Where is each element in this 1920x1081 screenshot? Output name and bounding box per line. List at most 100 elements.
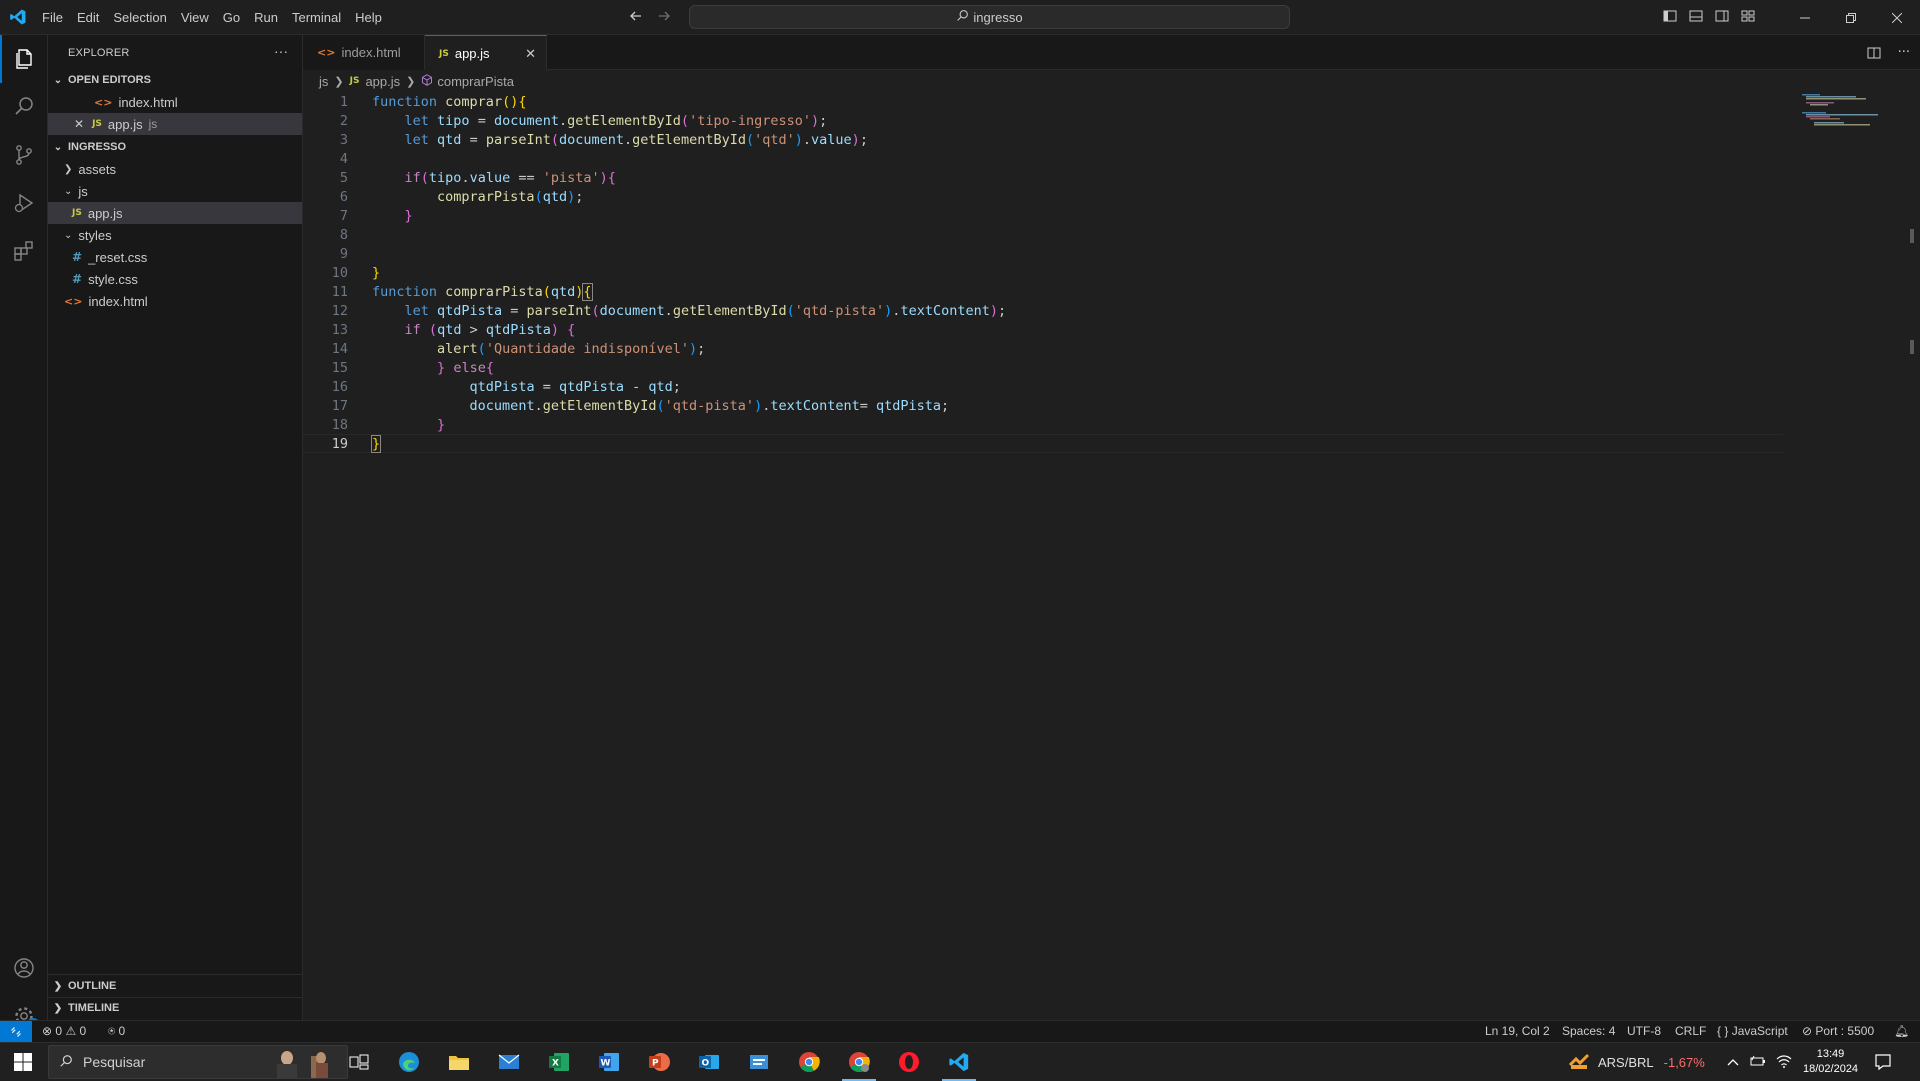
currency-widget[interactable]: ARS/BRL -1,67% — [1568, 1043, 1705, 1081]
outline-header[interactable]: ❯ OUTLINE — [48, 975, 302, 997]
open-editor-item[interactable]: ✕ JS app.js js — [48, 113, 302, 135]
tab-index-html[interactable]: <> index.html — [303, 35, 425, 70]
open-editor-item[interactable]: <> index.html — [48, 91, 302, 113]
notifications-bell-icon[interactable]: 🔔︎ — [1894, 1024, 1909, 1038]
chrome-icon[interactable] — [786, 1043, 832, 1081]
opera-icon[interactable] — [886, 1043, 932, 1081]
clock[interactable]: 13:49 18/02/2024 — [1803, 1043, 1858, 1081]
chevron-right-icon: ❯ — [53, 1002, 63, 1014]
menu-terminal[interactable]: Terminal — [285, 10, 348, 25]
code-line: 1 function comprar(){ — [303, 92, 1783, 111]
tree-folder-js[interactable]: ⌄ js — [48, 180, 302, 202]
toggle-panel-icon[interactable] — [1688, 8, 1704, 28]
svg-text:W: W — [601, 1059, 611, 1069]
vertical-scrollbar[interactable] — [1906, 92, 1920, 1020]
tree-file-app-js[interactable]: JS app.js — [48, 202, 302, 224]
source-control-icon[interactable] — [0, 131, 48, 179]
remote-indicator-icon[interactable] — [0, 1021, 32, 1043]
braces-icon: { } — [1717, 1024, 1729, 1038]
code-text: if(tipo.value == 'pista'){ — [404, 169, 616, 186]
code-line: 3 let qtd = parseInt(document.getElement… — [303, 130, 1783, 149]
tree-file-reset-css[interactable]: # _reset.css — [48, 246, 302, 268]
indentation[interactable]: Spaces: 4 — [1562, 1024, 1615, 1038]
battery-icon[interactable] — [1750, 1055, 1766, 1070]
tree-folder-assets[interactable]: ❯ assets — [48, 158, 302, 180]
menu-help[interactable]: Help — [348, 10, 389, 25]
more-actions-icon[interactable]: ··· — [1898, 45, 1910, 65]
more-actions-icon[interactable]: ··· — [274, 43, 288, 59]
breadcrumb-file[interactable]: app.js — [365, 74, 400, 89]
menu-selection[interactable]: Selection — [106, 10, 173, 25]
notification-center-icon[interactable] — [1874, 1043, 1892, 1081]
code-line: 8 — [303, 225, 1783, 244]
menu-edit[interactable]: Edit — [70, 10, 106, 25]
close-window-button[interactable] — [1874, 0, 1920, 35]
menu-view[interactable]: View — [174, 10, 216, 25]
search-icon[interactable] — [0, 83, 48, 131]
restore-button[interactable] — [1828, 0, 1874, 35]
code-line: 4 — [303, 149, 1783, 168]
file-explorer-icon[interactable] — [436, 1043, 482, 1081]
split-editor-icon[interactable] — [1866, 45, 1882, 65]
end-of-line[interactable]: CRLF — [1675, 1024, 1706, 1038]
extensions-icon[interactable] — [0, 227, 48, 275]
vscode-taskbar-icon[interactable] — [936, 1043, 982, 1081]
workspace-header[interactable]: ⌄ INGRESSO — [48, 136, 302, 158]
open-editor-label: app.js — [107, 116, 143, 132]
breadcrumb-symbol[interactable]: comprarPista — [437, 74, 514, 89]
wifi-icon[interactable] — [1776, 1054, 1792, 1071]
chrome-profile-icon[interactable] — [836, 1043, 882, 1081]
language-mode[interactable]: { } JavaScript — [1717, 1024, 1788, 1038]
explorer-title: EXPLORER — [68, 47, 130, 59]
toggle-secondary-sidebar-icon[interactable] — [1714, 8, 1730, 28]
live-server-port[interactable]: ⊘ Port : 5500 — [1802, 1024, 1874, 1038]
code-editor[interactable]: 1 function comprar(){ 2 let tipo = docume… — [303, 92, 1920, 1020]
svg-text:X: X — [552, 1059, 559, 1069]
timeline-header[interactable]: ❯ TIMELINE — [48, 997, 302, 1019]
account-icon[interactable] — [0, 944, 48, 992]
back-arrow-icon[interactable] — [628, 8, 644, 28]
radio-tower-icon: ⍟ — [108, 1024, 116, 1038]
problems-indicator[interactable]: ⊗ 0 ⚠ 0 — [42, 1024, 86, 1038]
close-tab-icon[interactable]: ✕ — [525, 46, 536, 62]
chevron-down-icon: ⌄ — [64, 185, 73, 197]
edge-browser-icon[interactable] — [386, 1043, 432, 1081]
tree-file-style-css[interactable]: # style.css — [48, 268, 302, 290]
chevron-right-icon: ❯ — [53, 980, 63, 992]
chevron-up-icon[interactable] — [1726, 1055, 1740, 1070]
minimap[interactable] — [1800, 92, 1880, 132]
outlook-icon[interactable]: O — [686, 1043, 732, 1081]
menu-file[interactable]: File — [35, 10, 70, 25]
customize-layout-icon[interactable] — [1740, 8, 1756, 28]
open-editors-header[interactable]: ⌄ OPEN EDITORS — [48, 69, 302, 91]
ports-indicator[interactable]: ⍟ 0 — [108, 1024, 125, 1039]
minimize-button[interactable] — [1782, 0, 1828, 35]
word-icon[interactable]: W — [586, 1043, 632, 1081]
menu-run[interactable]: Run — [247, 10, 285, 25]
powerpoint-icon[interactable]: P — [636, 1043, 682, 1081]
menu-go[interactable]: Go — [216, 10, 247, 25]
code-text: let qtd = parseInt(document.getElementBy… — [404, 131, 868, 148]
cursor-position[interactable]: Ln 19, Col 2 — [1485, 1024, 1550, 1038]
close-icon[interactable]: ✕ — [74, 117, 84, 131]
encoding[interactable]: UTF-8 — [1627, 1024, 1661, 1038]
windows-start-icon[interactable] — [0, 1043, 46, 1081]
css-file-icon: # — [72, 272, 83, 286]
forward-arrow-icon[interactable] — [656, 8, 672, 28]
toggle-primary-sidebar-icon[interactable] — [1662, 8, 1678, 28]
store-app-icon[interactable] — [736, 1043, 782, 1081]
tree-file-index-html[interactable]: <> index.html — [48, 290, 302, 312]
tree-folder-styles[interactable]: ⌄ styles — [48, 224, 302, 246]
breadcrumb-folder[interactable]: js — [319, 74, 328, 89]
open-editor-folder: js — [148, 117, 158, 131]
explorer-icon[interactable] — [0, 35, 48, 83]
tree-label: assets — [78, 161, 116, 177]
task-view-icon[interactable] — [336, 1043, 382, 1081]
mail-icon[interactable] — [486, 1043, 532, 1081]
tab-app-js[interactable]: JS app.js ✕ — [425, 35, 547, 71]
taskbar-search-box[interactable]: Pesquisar — [48, 1045, 348, 1079]
no-entry-icon: ⊘ — [1802, 1024, 1813, 1038]
excel-icon[interactable]: X — [536, 1043, 582, 1081]
command-center-search[interactable]: ingresso — [689, 5, 1290, 29]
run-debug-icon[interactable] — [0, 179, 48, 227]
